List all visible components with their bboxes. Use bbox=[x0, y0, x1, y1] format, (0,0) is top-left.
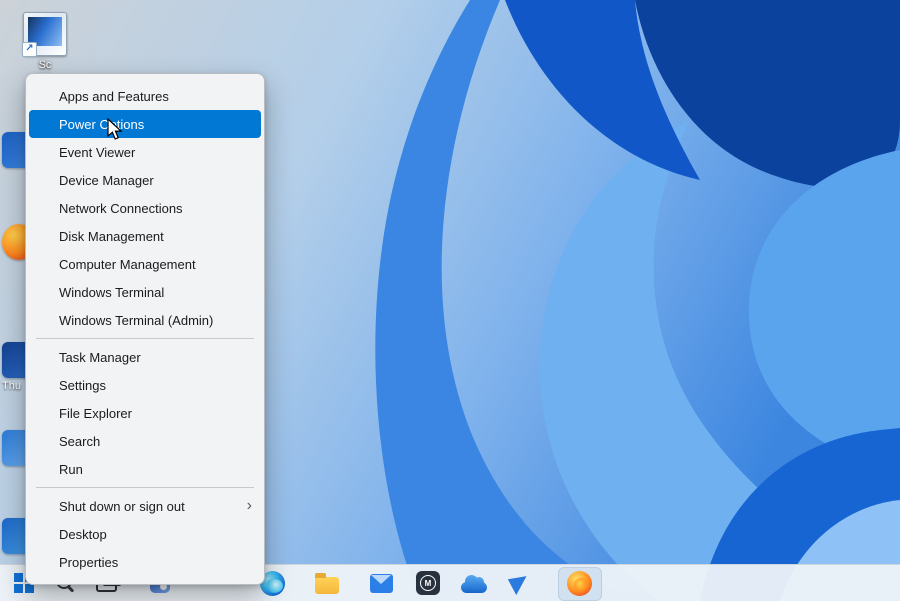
taskbar-paper-plane-button[interactable] bbox=[506, 569, 534, 597]
menu-item-disk-management[interactable]: Disk Management bbox=[26, 222, 264, 250]
paper-plane-icon bbox=[508, 571, 532, 595]
menu-item-windows-terminal-admin[interactable]: Windows Terminal (Admin) bbox=[26, 306, 264, 334]
onedrive-cloud-icon bbox=[461, 582, 487, 593]
chevron-right-icon: › bbox=[247, 498, 252, 514]
menu-item-task-manager[interactable]: Task Manager bbox=[26, 343, 264, 371]
taskbar-firefox-button[interactable] bbox=[565, 569, 593, 597]
menu-item-power-options[interactable]: Power Options bbox=[29, 110, 261, 138]
menu-item-properties[interactable]: Properties bbox=[26, 548, 264, 576]
taskbar-onedrive-button[interactable] bbox=[460, 569, 488, 597]
taskbar-m-app-button[interactable]: M bbox=[414, 569, 442, 597]
menu-item-network-connections[interactable]: Network Connections bbox=[26, 194, 264, 222]
m-app-icon: M bbox=[416, 571, 440, 595]
menu-item-apps-and-features[interactable]: Apps and Features bbox=[26, 82, 264, 110]
menu-item-run[interactable]: Run bbox=[26, 455, 264, 483]
partial-icon-label: Thu bbox=[2, 380, 21, 392]
menu-item-computer-management[interactable]: Computer Management bbox=[26, 250, 264, 278]
menu-separator bbox=[36, 487, 254, 488]
menu-item-label: Shut down or sign out bbox=[59, 499, 185, 514]
menu-item-shut-down-or-sign-out[interactable]: Shut down or sign out › bbox=[26, 492, 264, 520]
firefox-icon bbox=[567, 571, 592, 596]
menu-separator bbox=[36, 338, 254, 339]
menu-item-device-manager[interactable]: Device Manager bbox=[26, 166, 264, 194]
menu-item-event-viewer[interactable]: Event Viewer bbox=[26, 138, 264, 166]
taskbar-mail-button[interactable] bbox=[367, 569, 395, 597]
m-app-glyph: M bbox=[420, 575, 436, 591]
menu-item-settings[interactable]: Settings bbox=[26, 371, 264, 399]
winx-context-menu: Apps and Features Power Options Event Vi… bbox=[25, 73, 265, 585]
taskbar-file-explorer-button[interactable] bbox=[313, 569, 341, 597]
menu-item-search[interactable]: Search bbox=[26, 427, 264, 455]
menu-item-file-explorer[interactable]: File Explorer bbox=[26, 399, 264, 427]
menu-item-desktop[interactable]: Desktop bbox=[26, 520, 264, 548]
mail-icon bbox=[370, 574, 393, 593]
shortcut-arrow-icon: ↗ bbox=[22, 42, 37, 57]
shortcut-thumbnail: ↗ bbox=[23, 12, 67, 56]
menu-item-windows-terminal[interactable]: Windows Terminal bbox=[26, 278, 264, 306]
folder-icon bbox=[315, 577, 339, 594]
